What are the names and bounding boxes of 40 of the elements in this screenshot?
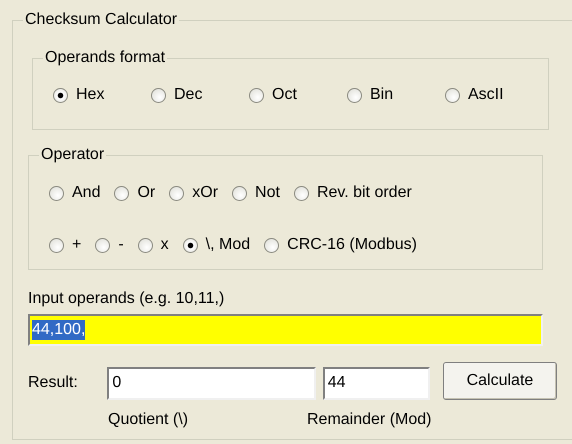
remainder-field[interactable]: 44 [322,366,430,400]
radio-button[interactable] [264,238,280,252]
input-label: Input operands (e.g. 10,11,) [28,289,226,309]
radio-button[interactable] [49,186,64,200]
radio-button[interactable] [49,238,64,252]
radio-label: + [72,235,82,255]
group-title: Operands format [43,48,168,68]
radio-button[interactable] [182,238,198,252]
quotient-field[interactable]: 0 [107,366,316,400]
radio-button[interactable] [114,186,130,200]
group-title: Operator [39,145,106,165]
radio-label: xOr [192,183,218,203]
radio-label: AscII [468,85,504,105]
input-field[interactable]: 44,100, [28,314,543,346]
radio-label: Hex [76,85,104,105]
radio-button[interactable] [151,88,166,102]
radio-label: Rev. bit order [316,183,412,203]
radio-button[interactable] [249,88,264,102]
radio-button[interactable] [347,88,362,102]
radio-button[interactable] [445,88,460,102]
result-label: Result: [28,373,79,393]
radio-button[interactable] [138,238,153,252]
radio-button[interactable] [169,186,184,200]
radio-label: Oct [272,85,297,105]
radio-label: - [118,235,124,255]
radio-label: And [72,183,100,203]
radio-button[interactable] [53,88,68,102]
radio-label: Dec [174,85,202,105]
remainder-caption: Remainder (Mod) [307,410,432,430]
radio-label: x [160,235,169,255]
radio-label: Not [255,183,280,203]
radio-label: Bin [370,85,394,105]
radio-button[interactable] [95,238,110,252]
radio-label: CRC-16 (Modbus) [287,235,417,255]
radio-label: \, Mod [206,235,250,255]
calculate-button[interactable]: Calculate [442,362,557,400]
radio-label: Or [137,183,156,203]
radio-button[interactable] [294,186,309,200]
radio-button[interactable] [232,186,248,200]
quotient-caption: Quotient (\) [108,410,190,430]
